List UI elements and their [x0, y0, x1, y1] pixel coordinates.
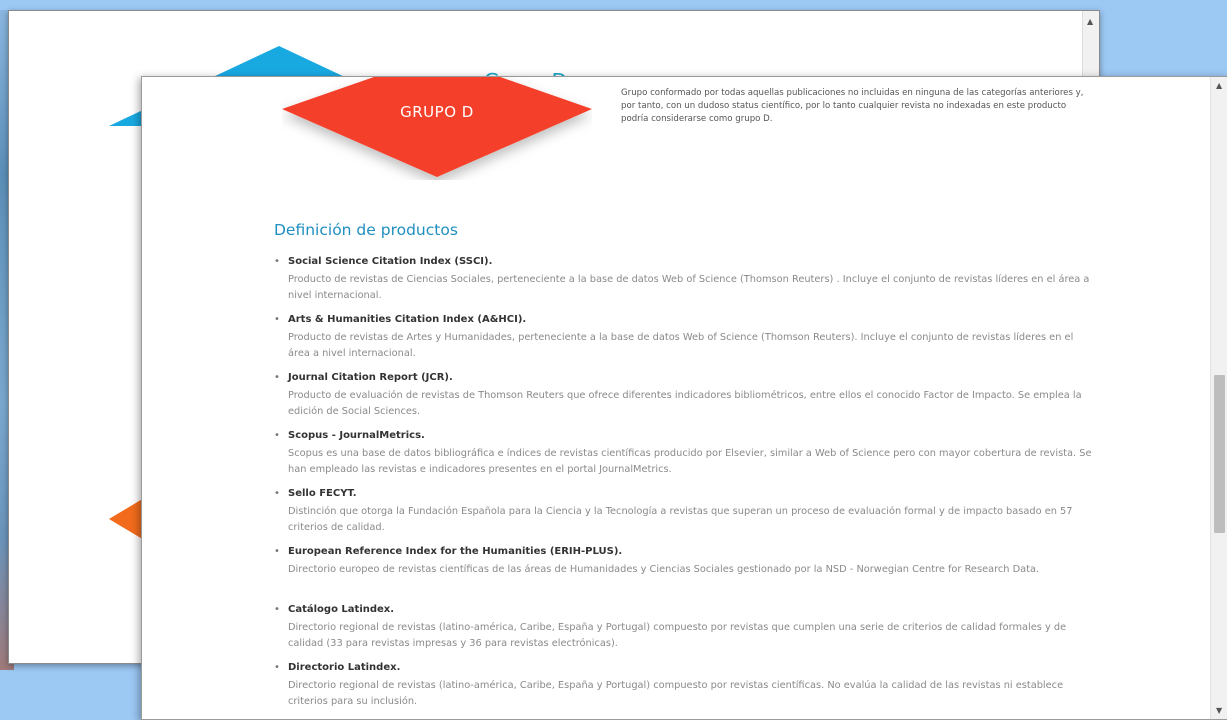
foreground-scrollbar[interactable]: ▲ ▼ — [1210, 77, 1227, 719]
product-description: Directorio regional de revistas (latino-… — [288, 680, 1064, 707]
product-name: Social Science Citation Index (SSCI). — [288, 256, 493, 267]
product-name: Directorio Latindex. — [288, 662, 401, 673]
product-description: Producto de evaluación de revistas de Th… — [288, 390, 1082, 417]
product-description: Directorio europeo de revistas científic… — [288, 564, 1040, 575]
product-description: Directorio regional de revistas (latino-… — [288, 622, 1067, 649]
scroll-down-arrow-icon[interactable]: ▼ — [1216, 706, 1222, 715]
scroll-up-arrow-icon[interactable]: ▲ — [1216, 81, 1222, 90]
list-item: Sello FECYT. Distinción que otorga la Fu… — [274, 487, 1094, 545]
list-item: Directorio Latindex. Directorio regional… — [274, 661, 1094, 719]
list-item: Journal Citation Report (JCR). Producto … — [274, 371, 1094, 429]
list-item: Arts & Humanities Citation Index (A&HCI)… — [274, 313, 1094, 371]
scrollbar-thumb[interactable] — [1214, 375, 1225, 533]
product-list: Social Science Citation Index (SSCI). Pr… — [274, 255, 1094, 719]
product-name: Arts & Humanities Citation Index (A&HCI)… — [288, 314, 527, 325]
product-description: Producto de revistas de Artes y Humanida… — [288, 332, 1074, 359]
grupo-d-diamond — [282, 77, 592, 180]
grupo-d-description: Grupo conformado por todas aquellas publ… — [621, 88, 1084, 124]
foreground-browser-window[interactable]: GRUPO D Grupo conformado por todas aquel… — [141, 76, 1227, 720]
product-name: Sello FECYT. — [288, 488, 357, 499]
product-name: Scopus - JournalMetrics. — [288, 430, 425, 441]
list-item: Social Science Citation Index (SSCI). Pr… — [274, 255, 1094, 313]
product-description: Scopus es una base de datos bibliográfic… — [288, 448, 1092, 475]
product-description: Producto de revistas de Ciencias Sociale… — [288, 274, 1090, 301]
grupo-d-label: GRUPO D — [400, 103, 474, 121]
scroll-up-arrow-icon[interactable]: ▲ — [1087, 17, 1093, 26]
product-description: Distinción que otorga la Fundación Españ… — [288, 506, 1073, 533]
list-item: Scopus - JournalMetrics. Scopus es una b… — [274, 429, 1094, 487]
product-name: Catálogo Latindex. — [288, 604, 395, 615]
product-name: European Reference Index for the Humanit… — [288, 546, 623, 557]
product-name: Journal Citation Report (JCR). — [288, 372, 453, 383]
section-title: Definición de productos — [274, 221, 458, 239]
list-item: European Reference Index for the Humanit… — [274, 545, 1094, 603]
list-item: Catálogo Latindex. Directorio regional d… — [274, 603, 1094, 661]
